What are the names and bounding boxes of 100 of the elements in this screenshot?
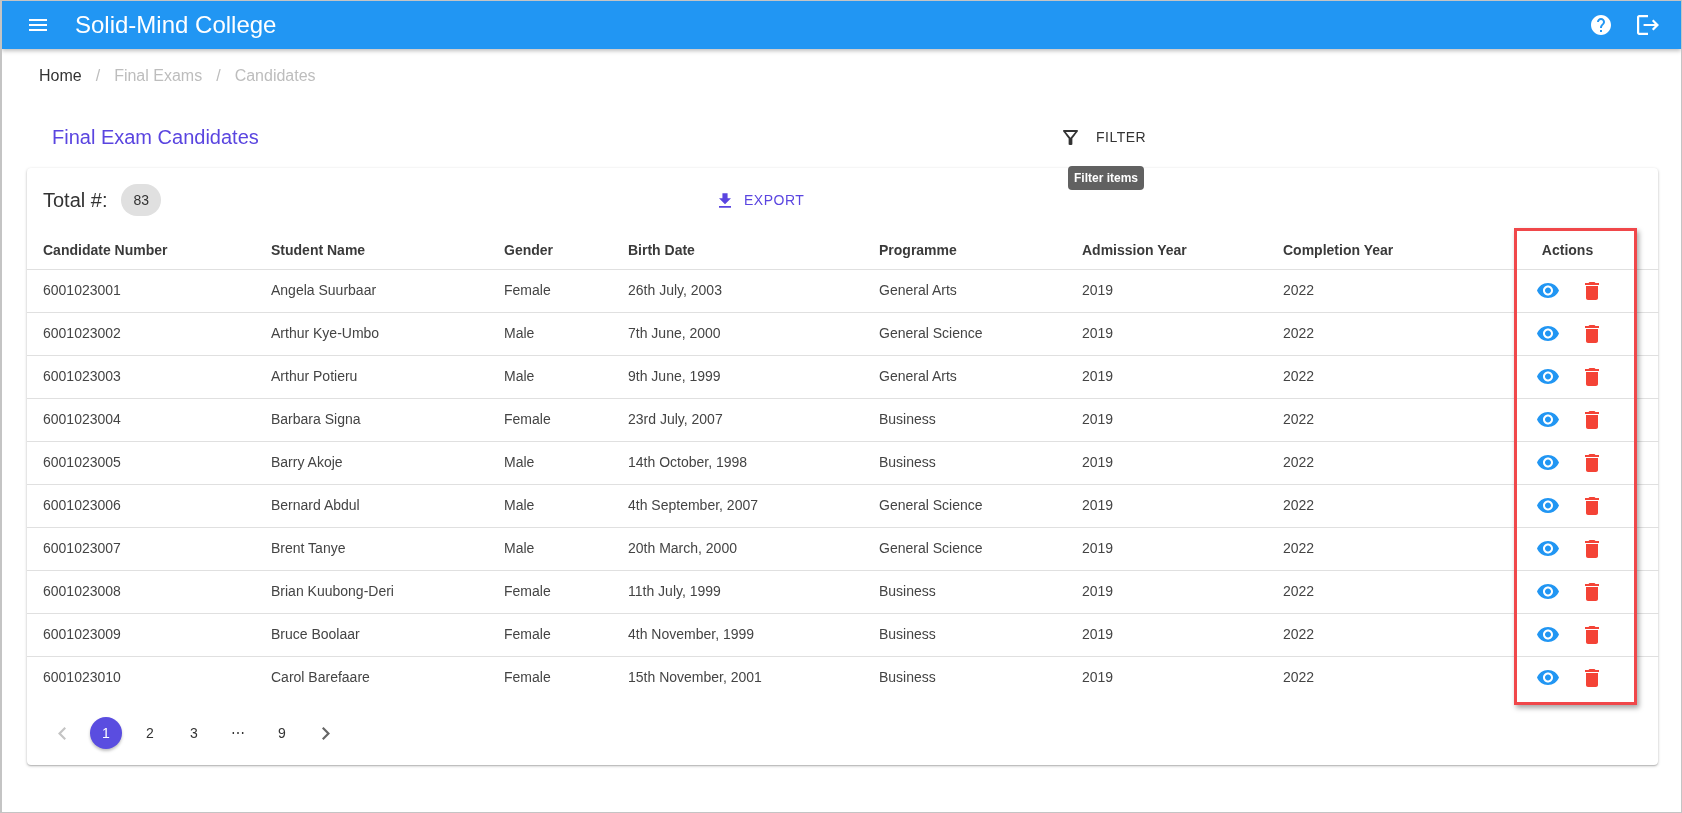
- table-cell: 2022: [1267, 398, 1514, 441]
- delete-trash-icon[interactable]: [1584, 496, 1599, 515]
- view-eye-icon[interactable]: [1536, 541, 1559, 556]
- view-eye-icon[interactable]: [1536, 369, 1559, 384]
- table-cell: Bernard Abdul: [255, 484, 488, 527]
- table-cell: 2019: [1066, 570, 1267, 613]
- table-cell: 6001023008: [27, 570, 255, 613]
- breadcrumb-item: Final Exams: [114, 66, 203, 86]
- delete-trash-icon[interactable]: [1584, 539, 1599, 558]
- table-cell: 2019: [1066, 527, 1267, 570]
- table-cell: 2022: [1267, 527, 1514, 570]
- chevron-left-icon: [58, 726, 66, 740]
- menu-icon[interactable]: [29, 19, 47, 31]
- table-cell: 9th June, 1999: [612, 355, 863, 398]
- table-cell: 20th March, 2000: [612, 527, 863, 570]
- table-cell: General Arts: [863, 355, 1066, 398]
- view-eye-icon[interactable]: [1536, 455, 1559, 470]
- column-header: Student Name: [255, 232, 488, 269]
- delete-trash-icon[interactable]: [1584, 582, 1599, 601]
- table-cell: Brent Tanye: [255, 527, 488, 570]
- delete-trash-icon[interactable]: [1584, 281, 1599, 300]
- table-cell: 26th July, 2003: [612, 269, 863, 312]
- view-eye-icon[interactable]: [1536, 283, 1559, 298]
- table-cell: 4th November, 1999: [612, 613, 863, 656]
- table-cell: Male: [488, 312, 612, 355]
- view-eye-icon[interactable]: [1536, 584, 1559, 599]
- table-cell: General Science: [863, 312, 1066, 355]
- table-cell: 2019: [1066, 269, 1267, 312]
- logout-icon[interactable]: [1637, 15, 1659, 35]
- table-cell: 2019: [1066, 613, 1267, 656]
- table-cell: Arthur Kye-Umbo: [255, 312, 488, 355]
- tooltip: Filter items: [1068, 166, 1145, 190]
- download-icon: [719, 192, 731, 208]
- table-cell: 6001023007: [27, 527, 255, 570]
- table-cell: 15th November, 2001: [612, 656, 863, 699]
- view-eye-icon[interactable]: [1536, 627, 1559, 642]
- table-cell: 6001023002: [27, 312, 255, 355]
- app-title: Solid-Mind College: [75, 11, 277, 39]
- export-button[interactable]: EXPORT: [711, 182, 813, 218]
- table-cell: 6001023001: [27, 269, 255, 312]
- table-cell: 11th July, 1999: [612, 570, 863, 613]
- table-cell: Female: [488, 613, 612, 656]
- table-cell: Female: [488, 398, 612, 441]
- delete-trash-icon[interactable]: [1584, 668, 1599, 687]
- breadcrumb-item: Candidates: [234, 66, 316, 86]
- view-eye-icon[interactable]: [1536, 412, 1559, 427]
- page-button[interactable]: 1: [90, 717, 122, 749]
- view-eye-icon[interactable]: [1536, 326, 1559, 341]
- table-cell: 4th September, 2007: [612, 484, 863, 527]
- table-cell: 2019: [1066, 441, 1267, 484]
- column-header: Admission Year: [1066, 232, 1267, 269]
- table-cell: Male: [488, 441, 612, 484]
- table-cell: Brian Kuubong-Deri: [255, 570, 488, 613]
- table-cell: Business: [863, 398, 1066, 441]
- breadcrumb-separator: /: [95, 66, 101, 86]
- view-eye-icon[interactable]: [1536, 670, 1559, 686]
- column-header: Candidate Number: [27, 232, 255, 269]
- table-cell: 2019: [1066, 484, 1267, 527]
- delete-trash-icon[interactable]: [1584, 625, 1599, 644]
- table-cell: Business: [863, 441, 1066, 484]
- table-cell: 2022: [1267, 269, 1514, 312]
- breadcrumb-link[interactable]: Home: [39, 66, 82, 86]
- table-cell: 2019: [1066, 398, 1267, 441]
- table-cell: Barbara Signa: [255, 398, 488, 441]
- column-header: Birth Date: [612, 232, 863, 269]
- table-cell: Male: [488, 527, 612, 570]
- table-cell: Business: [863, 656, 1066, 699]
- column-header: Actions: [1514, 232, 1637, 269]
- table-cell: Angela Suurbaar: [255, 269, 488, 312]
- delete-trash-icon[interactable]: [1584, 367, 1599, 386]
- table-cell: Business: [863, 613, 1066, 656]
- table-cell: 2022: [1267, 441, 1514, 484]
- table-cell: Male: [488, 484, 612, 527]
- delete-trash-icon[interactable]: [1584, 410, 1599, 429]
- view-eye-icon[interactable]: [1536, 498, 1559, 513]
- table-cell: 6001023009: [27, 613, 255, 656]
- page-button[interactable]: 3: [178, 717, 210, 749]
- table-cell: Male: [488, 355, 612, 398]
- page-button[interactable]: 9: [266, 717, 298, 749]
- table-cell: 6001023005: [27, 441, 255, 484]
- delete-trash-icon[interactable]: [1584, 324, 1599, 343]
- page-heading: Final Exam Candidates: [52, 125, 260, 149]
- filter-button[interactable]: FILTER: [1055, 119, 1155, 155]
- table-cell: Female: [488, 269, 612, 312]
- table-cell: Female: [488, 570, 612, 613]
- help-icon[interactable]: [1591, 15, 1611, 35]
- table-cell: Business: [863, 570, 1066, 613]
- chevron-right-icon: [322, 726, 330, 740]
- table-cell: General Arts: [863, 269, 1066, 312]
- table-cell: 2019: [1066, 656, 1267, 699]
- table-cell: 6001023003: [27, 355, 255, 398]
- table-cell: Carol Barefaare: [255, 656, 488, 699]
- table-cell: 6001023006: [27, 484, 255, 527]
- table-cell: 2022: [1267, 656, 1514, 699]
- delete-trash-icon[interactable]: [1584, 453, 1599, 472]
- filter-icon: [1063, 129, 1078, 145]
- page-ellipsis: ⋯: [230, 723, 246, 743]
- page-button[interactable]: 2: [134, 717, 166, 749]
- column-header: Gender: [488, 232, 612, 269]
- table-cell: 23rd July, 2007: [612, 398, 863, 441]
